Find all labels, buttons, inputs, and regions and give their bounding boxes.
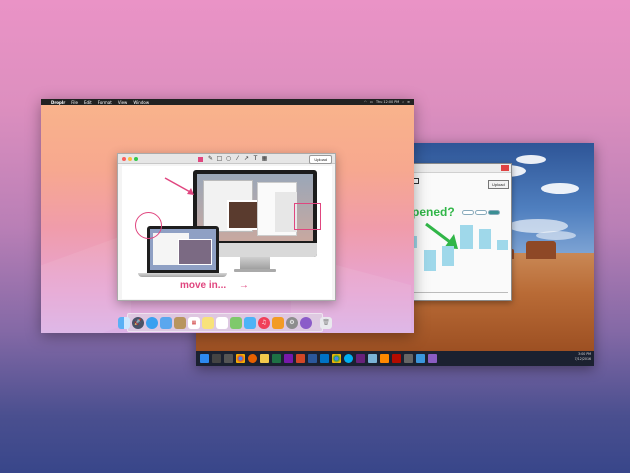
onenote-icon[interactable] [284, 354, 293, 363]
powerpoint-icon[interactable] [296, 354, 305, 363]
spotlight-icon[interactable]: ⌕ [402, 100, 404, 104]
explorer-icon[interactable] [260, 354, 269, 363]
word-icon[interactable] [308, 354, 317, 363]
color-swatch-icon[interactable] [198, 156, 203, 162]
circle-annotation[interactable] [135, 212, 162, 239]
start-icon[interactable] [200, 354, 209, 363]
vlc-icon[interactable] [380, 354, 389, 363]
macbook-screen [150, 229, 216, 270]
maps-icon[interactable] [230, 316, 242, 329]
chart-bar [424, 250, 436, 271]
menubar-status-area: ◠ ▭ Thu 12:00 PM ⌕ ≡ [364, 99, 410, 105]
menu-format[interactable]: Format [98, 100, 112, 105]
arrow-tool-icon[interactable]: ↗ [243, 155, 250, 163]
ellipse-tool-icon[interactable]: ○ [225, 155, 232, 163]
safari-icon[interactable] [146, 316, 158, 329]
chrome-icon[interactable] [332, 354, 341, 363]
menu-view[interactable]: View [118, 100, 128, 105]
excel-icon[interactable] [272, 354, 281, 363]
notes-icon[interactable] [202, 316, 214, 329]
paint-icon[interactable] [416, 354, 425, 363]
chart-bar [479, 229, 491, 249]
menu-file[interactable]: File [71, 100, 78, 105]
annotation-text-label: move in... [180, 280, 227, 291]
pixelate-tool-icon[interactable]: ▦ [261, 155, 268, 163]
annotation-arrow-icon: → [238, 280, 249, 291]
firefox-icon[interactable] [248, 354, 257, 363]
chart-toggle-pills [462, 210, 500, 215]
settings-icon[interactable] [428, 354, 437, 363]
pink-arrow-icon[interactable] [163, 176, 197, 198]
annotation-text[interactable]: move in... → [180, 280, 249, 291]
chart-bar [460, 225, 473, 249]
itunes-icon[interactable]: ♫ [258, 316, 270, 329]
upload-button[interactable]: Upload [488, 180, 509, 189]
mac-dock: 🚀 ▦ ♫ ⚙ 🗑 [118, 313, 332, 332]
menu-app-name[interactable]: Droplr [51, 100, 65, 105]
visual-studio-icon[interactable] [356, 354, 365, 363]
battery-icon[interactable]: ▭ [370, 100, 373, 104]
pill-option[interactable] [475, 210, 487, 215]
droplr-toolbar: ✎ □ ○ ⁄ ↗ T ▦ Upload [118, 154, 335, 164]
notification-center-icon[interactable]: ≡ [407, 100, 410, 104]
line-tool-icon[interactable]: ⁄ [234, 155, 241, 163]
annotation-headline: pened? [412, 205, 455, 219]
menu-window[interactable]: Window [133, 100, 149, 105]
calendar-icon[interactable]: ▦ [188, 316, 200, 329]
menu-edit[interactable]: Edit [84, 100, 92, 105]
trash-icon[interactable]: 🗑 [320, 316, 332, 329]
chart-bar [497, 240, 508, 250]
zoom-button[interactable] [134, 157, 138, 161]
clock-date: 7/12/2016 [574, 356, 591, 361]
pill-option-active[interactable] [488, 210, 500, 215]
contacts-icon[interactable] [174, 316, 186, 329]
mail-icon[interactable] [160, 316, 172, 329]
close-button[interactable] [122, 157, 126, 161]
notepad-icon[interactable] [368, 354, 377, 363]
finder-icon[interactable] [118, 316, 130, 329]
launchpad-icon[interactable]: 🚀 [132, 316, 144, 329]
menubar-clock[interactable]: Thu 12:00 PM [376, 100, 399, 104]
upload-button[interactable]: Upload [309, 155, 332, 164]
rectangle-tool-icon[interactable]: □ [216, 155, 223, 163]
calculator-icon[interactable] [404, 354, 413, 363]
search-icon[interactable] [212, 354, 221, 363]
close-button[interactable] [501, 165, 509, 171]
task-view-icon[interactable] [224, 354, 233, 363]
imac-base [234, 269, 276, 272]
chrome-icon[interactable] [236, 354, 245, 363]
droplr-icon[interactable] [300, 316, 312, 329]
text-tool-icon[interactable]: T [252, 155, 259, 163]
macbook-base [138, 273, 227, 277]
ibooks-icon[interactable] [272, 316, 284, 329]
windows-taskbar: 3:00 PM 7/12/2016 [196, 351, 594, 366]
minimize-button[interactable] [128, 157, 132, 161]
skype-icon[interactable] [344, 354, 353, 363]
pen-tool-icon[interactable]: ✎ [207, 155, 214, 163]
reminders-icon[interactable] [216, 316, 228, 329]
mac-menubar: Droplr File Edit Format View Window ◠ ▭ … [41, 99, 414, 105]
outlook-icon[interactable] [320, 354, 329, 363]
acrobat-icon[interactable] [392, 354, 401, 363]
chart-bar [442, 246, 454, 266]
system-preferences-icon[interactable]: ⚙ [286, 316, 298, 329]
wifi-icon[interactable]: ◠ [364, 100, 367, 104]
pill-option[interactable] [462, 210, 474, 215]
drawing-tools: ✎ □ ○ ⁄ ↗ T ▦ [198, 155, 268, 163]
messages-icon[interactable] [244, 316, 256, 329]
chart-axis [410, 292, 508, 299]
rectangle-annotation[interactable] [294, 203, 321, 230]
taskbar-clock[interactable]: 3:00 PM 7/12/2016 [575, 352, 591, 361]
